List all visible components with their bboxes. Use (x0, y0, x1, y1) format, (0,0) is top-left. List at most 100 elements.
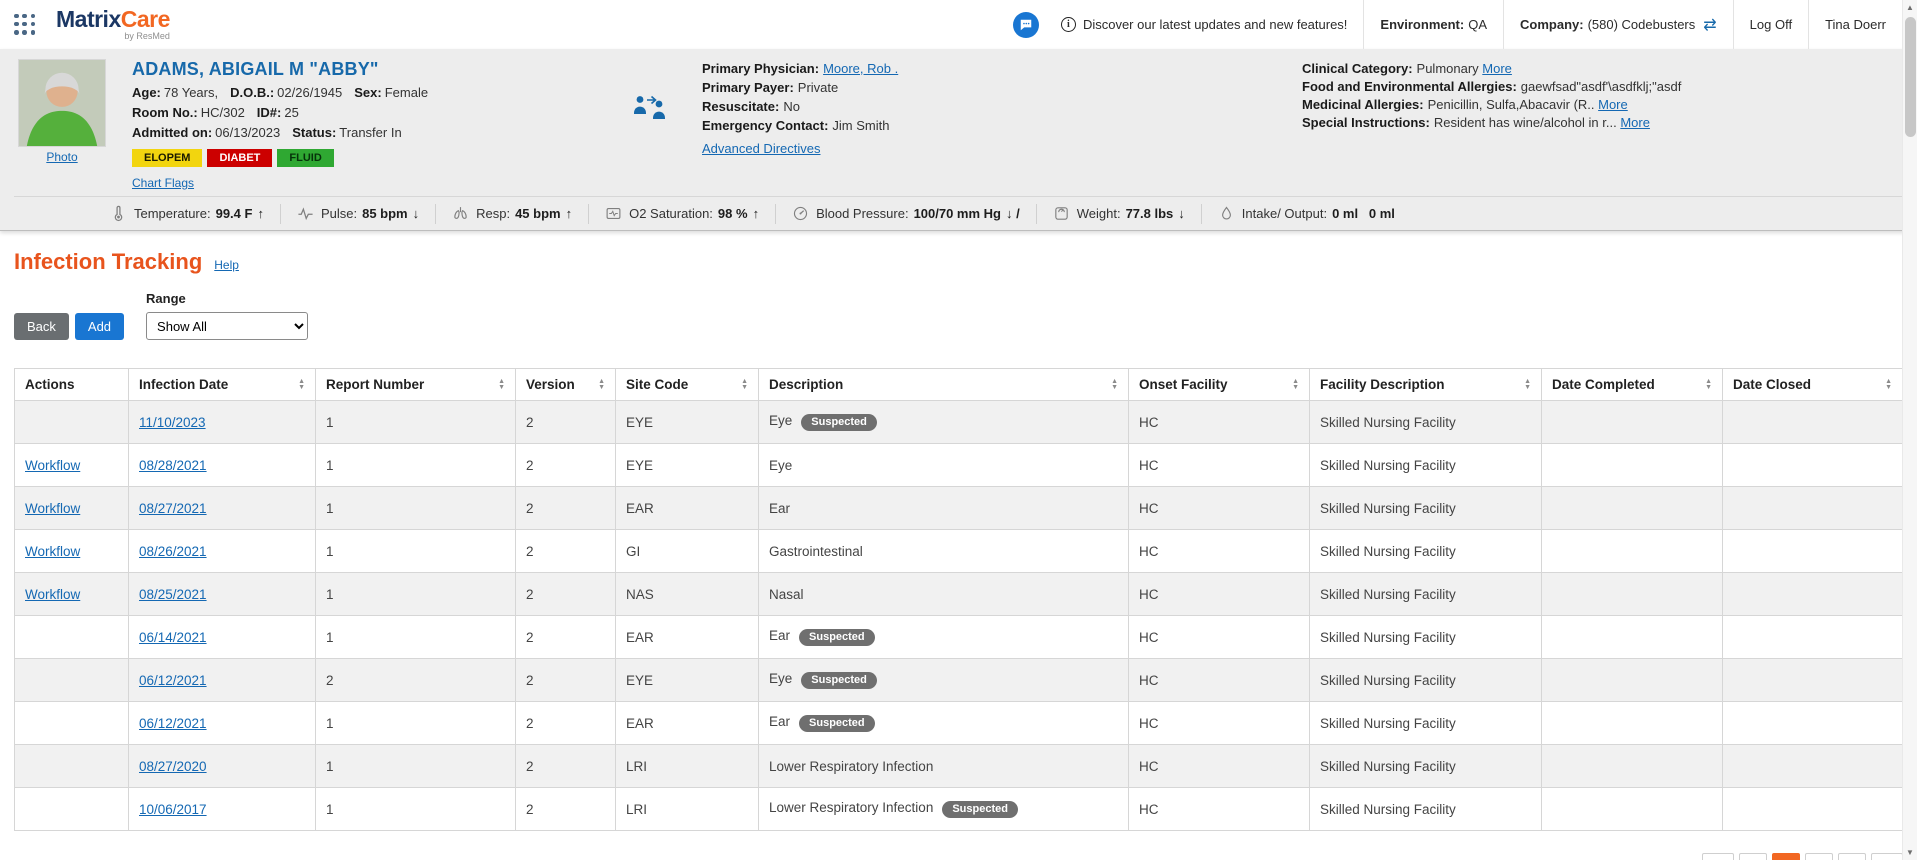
actions-cell (14, 701, 129, 745)
chart-flag-badge: DIABET (207, 149, 273, 167)
updates-banner-text: Discover our latest updates and new feat… (1082, 17, 1348, 32)
column-header-actions: Actions (14, 368, 129, 401)
description-cell: Nasal (758, 572, 1129, 616)
page-button[interactable]: > (1837, 853, 1866, 860)
care-team-column: Primary Physician: Moore, Rob . Primary Pa… (702, 59, 1302, 192)
infection-date-link[interactable]: 06/12/2021 (139, 673, 207, 688)
more-link[interactable]: More (1482, 61, 1512, 76)
add-button[interactable]: Add (74, 313, 125, 340)
sort-icon[interactable]: ▲ ▼ (498, 378, 505, 391)
vertical-scrollbar[interactable]: ▲ ▼ (1902, 0, 1917, 860)
more-link[interactable]: More (1598, 97, 1628, 112)
transfer-resident-icon[interactable] (632, 95, 668, 124)
site-code-cell: LRI (615, 744, 759, 788)
workflow-link[interactable]: Workflow (25, 501, 80, 516)
page-title-row: Infection Tracking Help (14, 249, 1903, 275)
column-header-version[interactable]: Version ▲ ▼ (515, 368, 616, 401)
patient-name-link[interactable]: ADAMS, ABIGAIL M "ABBY" (132, 59, 379, 79)
sort-icon[interactable]: ▲ ▼ (1524, 378, 1531, 391)
sort-icon[interactable]: ▲ ▼ (1705, 378, 1712, 391)
sort-icon[interactable]: ▲ ▼ (298, 378, 305, 391)
infection-date-link[interactable]: 11/10/2023 (139, 415, 206, 430)
column-header-infection-date[interactable]: Infection Date ▲ ▼ (128, 368, 316, 401)
clinical-line: Medicinal Allergies: Penicillin, Sulfa,Ab… (1302, 97, 1903, 112)
workflow-link[interactable]: Workflow (25, 587, 80, 602)
workflow-link[interactable]: Workflow (25, 544, 80, 559)
date-closed-cell (1722, 443, 1903, 487)
page-button[interactable]: << (1701, 853, 1734, 860)
column-header-report-number[interactable]: Report Number ▲ ▼ (315, 368, 516, 401)
log-off-button[interactable]: Log Off (1732, 0, 1808, 49)
scrollbar-down-arrow[interactable]: ▼ (1903, 845, 1917, 860)
version-cell: 2 (515, 615, 616, 659)
sort-icon[interactable]: ▲ ▼ (598, 378, 605, 391)
scrollbar-up-arrow[interactable]: ▲ (1903, 0, 1917, 15)
vital-value: 100/70 mm Hg (913, 206, 1001, 221)
infection-date-link[interactable]: 08/26/2021 (139, 544, 207, 559)
matrixcare-logo[interactable]: MatrixCare by ResMed (56, 8, 170, 41)
vital-item: Temperature: 99.4 F ↑ (110, 203, 281, 224)
column-header-facility-description[interactable]: Facility Description ▲ ▼ (1309, 368, 1542, 401)
user-menu[interactable]: Tina Doerr (1808, 0, 1902, 49)
sort-icon[interactable]: ▲ ▼ (741, 378, 748, 391)
info-value: 02/26/1945 (277, 85, 343, 100)
infection-date-link[interactable]: 10/06/2017 (139, 802, 207, 817)
sort-icon[interactable]: ▲ ▼ (1111, 378, 1118, 391)
pulse-icon (297, 205, 314, 222)
column-header-inner: Infection Date ▲ ▼ (139, 377, 305, 392)
sort-icon[interactable]: ▲ ▼ (1885, 378, 1892, 391)
help-link[interactable]: Help (214, 258, 239, 272)
description-text: Eye (769, 671, 793, 687)
infection-date-link[interactable]: 06/12/2021 (139, 716, 207, 731)
version-cell: 2 (515, 658, 616, 702)
scrollbar-thumb[interactable] (1905, 17, 1916, 137)
page-button[interactable]: 1 (1771, 853, 1800, 860)
infection-date-link[interactable]: 06/14/2021 (139, 630, 207, 645)
photo-link[interactable]: Photo (46, 150, 77, 164)
description-text: Gastrointestinal (769, 543, 863, 559)
page-button[interactable]: 2 (1804, 853, 1833, 860)
back-button[interactable]: Back (14, 313, 69, 340)
column-header-site-code[interactable]: Site Code ▲ ▼ (615, 368, 759, 401)
bp-icon (792, 205, 809, 222)
switch-company-icon[interactable]: ⇄ (1703, 15, 1716, 35)
date-closed-cell (1722, 486, 1903, 530)
vital-value: 77.8 lbs (1125, 206, 1174, 221)
column-header-date-closed[interactable]: Date Closed ▲ ▼ (1722, 368, 1903, 401)
sort-icon[interactable]: ▲ ▼ (1292, 378, 1299, 391)
weight-icon (1053, 205, 1070, 222)
column-header-label: Onset Facility (1139, 377, 1228, 392)
infection-date-link[interactable]: 08/28/2021 (139, 458, 207, 473)
column-header-date-completed[interactable]: Date Completed ▲ ▼ (1541, 368, 1723, 401)
infection-date-link[interactable]: 08/27/2021 (139, 501, 207, 516)
vital-label: Intake/ Output: (1241, 206, 1328, 221)
table-row: Workflow 08/27/2021 1 2 EAR Ear HC Skilled Nurs… (14, 486, 1903, 530)
description-cell: Ear Suspected (758, 701, 1129, 745)
chat-bubble-icon[interactable] (1012, 11, 1039, 38)
company-switcher[interactable]: Company: (580) Codebusters ⇄ (1503, 0, 1733, 49)
page-button[interactable]: >> (1870, 853, 1903, 860)
chart-flags-link[interactable]: Chart Flags (132, 176, 194, 190)
controls-row: Back Add Range Show All (14, 291, 1903, 340)
more-link[interactable]: More (1620, 115, 1650, 130)
primary-physician-link[interactable]: Moore, Rob . (823, 61, 898, 76)
column-header-onset-facility[interactable]: Onset Facility ▲ ▼ (1128, 368, 1310, 401)
infection-date-link[interactable]: 08/27/2020 (139, 759, 207, 774)
temperature-icon (110, 205, 127, 222)
version-cell: 2 (515, 572, 616, 616)
care-team-line: Resuscitate: No (702, 99, 1302, 114)
info-label: Sex: (354, 85, 382, 100)
info-label: D.O.B.: (230, 85, 275, 100)
page-button[interactable]: < (1738, 853, 1767, 860)
actions-cell: Workflow (14, 529, 129, 573)
vital-trend-arrow: ↓ / (1006, 206, 1020, 221)
onset-facility-cell: HC (1128, 486, 1310, 530)
advanced-directives-link[interactable]: Advanced Directives (702, 141, 821, 156)
workflow-link[interactable]: Workflow (25, 458, 80, 473)
vital-item: Pulse: 85 bpm ↓ (281, 203, 437, 224)
column-header-description[interactable]: Description ▲ ▼ (758, 368, 1129, 401)
range-select[interactable]: Show All (146, 312, 309, 340)
version-cell: 2 (515, 400, 616, 444)
infection-date-link[interactable]: 08/25/2021 (139, 587, 207, 602)
apps-grid-icon[interactable] (14, 13, 36, 36)
